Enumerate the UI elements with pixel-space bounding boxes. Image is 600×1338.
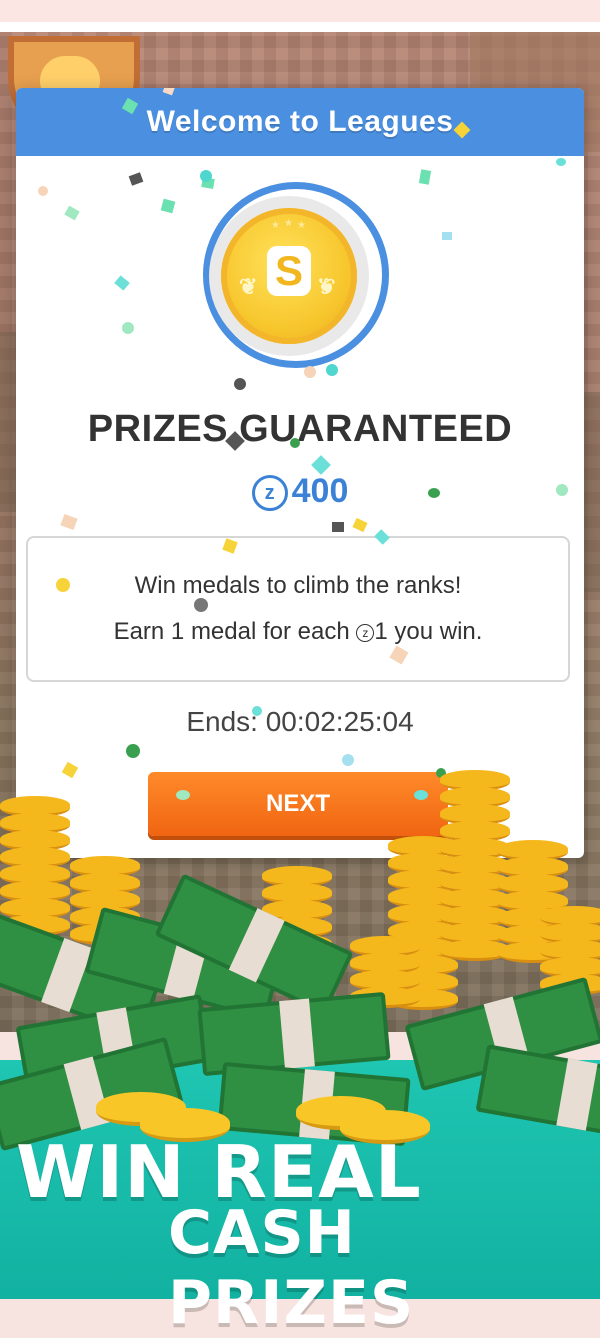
- confetti-piece: [56, 578, 70, 592]
- confetti-piece: [200, 170, 212, 182]
- info-box: Win medals to climb the ranks! Earn 1 me…: [26, 536, 570, 682]
- info-line-2-suffix: 1 you win.: [374, 618, 483, 645]
- info-line-2: Earn 1 medal for each z1 you win.: [28, 618, 568, 646]
- modal-header: Welcome to Leagues: [16, 88, 584, 156]
- coin-star-icon: ★: [271, 220, 280, 231]
- confetti-piece: [114, 275, 130, 291]
- confetti-piece: [556, 158, 566, 166]
- confetti-piece: [234, 378, 246, 390]
- status-bar: [0, 0, 600, 22]
- promo-headline-line-2: CASH PRIZES: [168, 1198, 415, 1338]
- prize-amount-value: 400: [291, 472, 349, 510]
- leagues-modal: Welcome to Leagues ★ ★ ★ S ❦ ❦ PRIZES GU…: [16, 88, 584, 858]
- confetti-piece: [64, 205, 80, 221]
- confetti-piece: [194, 598, 208, 612]
- confetti-piece: [326, 364, 338, 376]
- currency-z-icon: z: [356, 624, 375, 642]
- ends-countdown: Ends: 00:02:25:04: [186, 706, 414, 737]
- coin-star-icon: ★: [297, 220, 306, 231]
- confetti-piece: [38, 186, 48, 196]
- cash-bundle: [475, 1044, 600, 1144]
- confetti-piece: [252, 706, 262, 716]
- league-medal-icon: ★ ★ ★ S ❦ ❦: [187, 180, 407, 370]
- confetti-piece: [556, 484, 568, 496]
- confetti-piece: [160, 198, 176, 214]
- modal-title: Welcome to Leagues: [146, 105, 454, 138]
- confetti-piece: [428, 488, 440, 498]
- laurel-right-icon: ❦: [317, 274, 336, 299]
- money-pile-illustration: [0, 760, 600, 1180]
- confetti-piece: [304, 366, 316, 378]
- confetti-piece: [418, 169, 432, 185]
- currency-z-icon: z: [251, 475, 288, 511]
- confetti-piece: [290, 438, 300, 448]
- confetti-piece: [352, 517, 368, 533]
- coin-stack: [0, 796, 70, 936]
- confetti-piece: [126, 744, 140, 758]
- confetti-piece: [442, 232, 452, 240]
- laurel-left-icon: ❦: [239, 274, 258, 299]
- info-line-1: Win medals to climb the ranks!: [134, 572, 462, 599]
- info-line-2-text: Earn 1 medal for each: [113, 618, 357, 645]
- coin-star-icon: ★: [284, 218, 293, 229]
- confetti-piece: [60, 513, 78, 531]
- confetti-piece: [128, 172, 144, 186]
- confetti-piece: [332, 522, 344, 532]
- gold-coin-icon: ★ ★ ★ S ❦ ❦: [221, 208, 357, 344]
- prize-amount: z 400: [16, 472, 584, 511]
- prizes-heading: PRIZES GUARANTEED: [87, 408, 513, 450]
- confetti-piece: [122, 322, 134, 334]
- coin-letter: S: [267, 246, 311, 296]
- status-bar-divider: [0, 22, 600, 32]
